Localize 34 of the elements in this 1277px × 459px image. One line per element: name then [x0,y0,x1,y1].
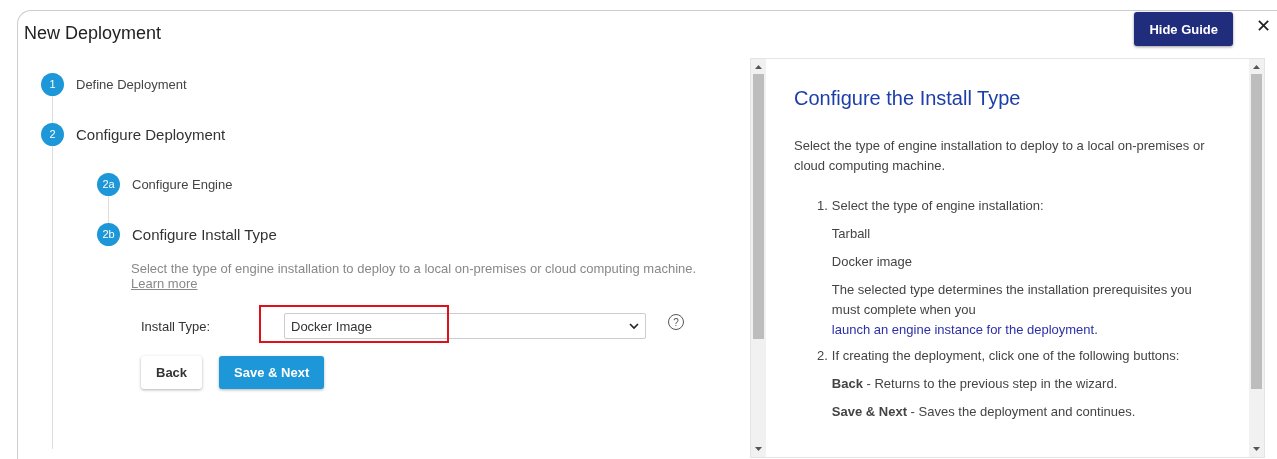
guide-text: Tarball [831,225,872,243]
field-label: Install Type: [141,318,212,334]
close-button[interactable]: ✕ [1255,15,1271,36]
guide-text: Docker image [831,253,914,271]
hide-guide-button[interactable]: Hide Guide [1134,12,1233,46]
learn-more-link[interactable]: Learn more [131,276,198,291]
scroll-up-icon[interactable] [1253,65,1260,69]
section-description: Select the type of engine installation to deploy to a local on-premises or cloud computing machine. Learn more [131,261,698,291]
scroll-down-icon[interactable] [755,447,762,451]
guide-text: The selected type determines the installation prerequisites you must complete when you launch an engine instance for the deployment. [831,281,1193,339]
guide-text: Back - Returns to the previous step in the wizard. [831,375,1119,393]
scroll-up-icon[interactable] [755,65,762,69]
back-button[interactable]: Back [141,356,203,389]
guide-text: Save & Next - Saves the deployment and continues. [831,403,1137,421]
step-number: 1 [41,72,64,96]
step-label[interactable]: Configure Deployment [76,125,226,143]
window-title: New Deployment [24,23,163,45]
step-label[interactable]: Define Deployment [76,76,187,92]
list-item-text: Select the type of engine installation: [831,197,1045,215]
step-number: 2b [97,222,120,246]
scroll-down-icon[interactable] [1253,447,1260,451]
list-number: 2. [817,347,828,365]
step-label[interactable]: Configure Engine [132,176,233,192]
list-number: 1. [817,197,828,215]
step-number: 2a [97,172,120,196]
install-type-dropdown[interactable]: Docker Image [284,313,646,339]
scrollbar[interactable] [751,59,766,457]
scrollbar[interactable] [1249,59,1264,457]
step-label[interactable]: Configure Install Type [132,225,277,243]
chevron-down-icon [629,322,639,330]
list-item-text: If creating the deployment, click one of the following buttons: [831,347,1180,365]
guide-title: Configure the Install Type [794,87,1022,110]
step-number: 2 [41,122,64,146]
guide-paragraph: Select the type of engine installation to deploy to a local on-premises or cloud computing machine. [794,137,1206,175]
